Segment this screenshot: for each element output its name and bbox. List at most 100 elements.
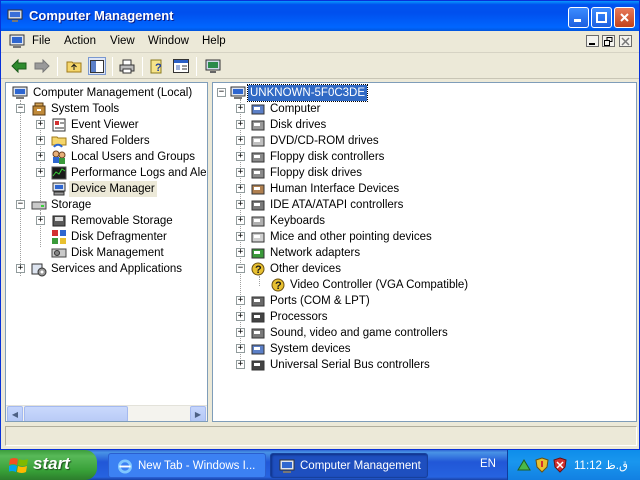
tree-node-removable-storage[interactable]: + Removable Storage (6, 213, 206, 229)
language-indicator[interactable]: EN (480, 458, 496, 470)
collapse-toggle[interactable]: − (217, 88, 226, 97)
menu-file[interactable]: File (32, 35, 51, 47)
help-button[interactable]: ? (149, 57, 167, 75)
tree-node-root[interactable]: Computer Management (Local) (10, 85, 207, 101)
disk-management-icon (51, 248, 67, 258)
expand-toggle[interactable]: + (36, 136, 45, 145)
expand-toggle[interactable]: + (236, 152, 245, 161)
scroll-thumb[interactable] (24, 406, 128, 421)
close-button[interactable] (614, 7, 635, 28)
horizontal-scrollbar[interactable]: ◀ ▶ (6, 405, 207, 421)
tree-node-label: Performance Logs and Alerts (71, 167, 208, 179)
child-close-button[interactable] (619, 35, 632, 47)
security-alert-icon[interactable] (553, 457, 567, 473)
expand-toggle[interactable]: + (36, 152, 45, 161)
device-category[interactable]: + IDE ATA/ATAPI controllers (213, 197, 613, 213)
expand-toggle[interactable]: + (236, 216, 245, 225)
expand-toggle[interactable]: + (16, 264, 25, 273)
tree-node-device-manager[interactable]: Device Manager (6, 181, 206, 197)
expand-toggle[interactable]: + (236, 120, 245, 129)
computer-icon (230, 86, 246, 99)
forward-button[interactable] (33, 57, 51, 75)
device-category[interactable]: + Human Interface Devices (213, 181, 613, 197)
maximize-button[interactable] (591, 7, 612, 28)
tree-node-system-tools[interactable]: − System Tools (6, 101, 206, 117)
menu-window[interactable]: Window (148, 35, 189, 47)
device-category[interactable]: + Keyboards (213, 213, 613, 229)
scroll-right-button[interactable]: ▶ (190, 406, 206, 421)
windows-logo-icon (9, 458, 28, 473)
network-icon[interactable] (517, 458, 531, 472)
device-category[interactable]: −? Other devices (213, 261, 613, 277)
show-hide-tree-button[interactable] (88, 57, 106, 75)
device-label: DVD/CD-ROM drives (270, 135, 379, 147)
tree-node-disk-management[interactable]: Disk Management (6, 245, 206, 261)
collapse-toggle[interactable]: − (236, 264, 245, 273)
tree-node-shared-folders[interactable]: + Shared Folders (6, 133, 206, 149)
svg-text:?: ? (275, 280, 282, 292)
scroll-left-button[interactable]: ◀ (7, 406, 23, 421)
expand-toggle[interactable]: + (236, 328, 245, 337)
menu-action[interactable]: Action (64, 35, 96, 47)
device-category[interactable]: + Ports (COM & LPT) (213, 293, 613, 309)
tree-node-disk-defragmenter[interactable]: Disk Defragmenter (6, 229, 206, 245)
device-tree-pane[interactable]: − UNKNOWN-5F0C3DE + Computer + Disk drives +… (212, 82, 637, 422)
clock[interactable]: 11:12 ق.ظ (574, 458, 628, 472)
minimize-button[interactable] (568, 7, 589, 28)
child-minimize-button[interactable] (586, 35, 599, 47)
device-category[interactable]: + Computer (213, 101, 613, 117)
expand-toggle[interactable]: + (236, 168, 245, 177)
expand-toggle[interactable]: + (236, 248, 245, 257)
device-category[interactable]: + Disk drives (213, 117, 613, 133)
device-category[interactable]: + Processors (213, 309, 613, 325)
mmc-console-icon[interactable] (9, 34, 25, 49)
expand-toggle[interactable]: + (236, 232, 245, 241)
tree-node-services-applications[interactable]: + Services and Applications (6, 261, 206, 277)
device-category[interactable]: + DVD/CD-ROM drives (213, 133, 613, 149)
child-restore-button[interactable] (602, 35, 615, 47)
expand-toggle[interactable]: + (236, 104, 245, 113)
collapse-toggle[interactable]: − (16, 104, 25, 113)
expand-toggle[interactable]: + (236, 296, 245, 305)
start-button[interactable]: start (0, 450, 97, 480)
title-bar[interactable]: Computer Management (1, 1, 639, 31)
expand-toggle[interactable]: + (236, 360, 245, 369)
back-button[interactable] (10, 57, 28, 75)
device-category[interactable]: + System devices (213, 341, 613, 357)
taskbar-button-browser[interactable]: New Tab - Windows I... (108, 453, 266, 478)
expand-toggle[interactable]: + (236, 312, 245, 321)
expand-toggle[interactable]: + (236, 344, 245, 353)
minimize-icon (574, 19, 581, 22)
menu-view[interactable]: View (110, 35, 135, 47)
security-shield-icon[interactable] (535, 457, 549, 473)
collapse-toggle[interactable]: − (16, 200, 25, 209)
console-tree-pane[interactable]: Computer Management (Local) − System Too… (5, 82, 208, 422)
scan-hardware-button[interactable] (204, 57, 222, 75)
expand-toggle[interactable]: + (36, 216, 45, 225)
device-category[interactable]: + Sound, video and game controllers (213, 325, 613, 341)
print-button[interactable] (118, 57, 136, 75)
expand-toggle[interactable]: + (236, 184, 245, 193)
device-item[interactable]: ? Video Controller (VGA Compatible) (213, 277, 613, 293)
taskbar-button-computer-management[interactable]: Computer Management (270, 453, 428, 478)
services-icon (31, 263, 47, 277)
tree-node-label: Removable Storage (71, 215, 173, 227)
tree-node-event-viewer[interactable]: + Event Viewer (6, 117, 206, 133)
device-category[interactable]: + Floppy disk drives (213, 165, 613, 181)
tree-node-performance-logs[interactable]: + Performance Logs and Alerts (6, 165, 208, 181)
tree-node-local-users-groups[interactable]: + Local Users and Groups (6, 149, 206, 165)
properties-button[interactable] (172, 57, 190, 75)
expand-toggle[interactable]: + (36, 168, 45, 177)
up-one-level-button[interactable] (65, 57, 83, 75)
expand-toggle[interactable]: + (36, 120, 45, 129)
device-category[interactable]: + Floppy disk controllers (213, 149, 613, 165)
device-tree-root[interactable]: − UNKNOWN-5F0C3DE (213, 84, 513, 102)
device-category[interactable]: + Mice and other pointing devices (213, 229, 613, 245)
expand-toggle[interactable]: + (236, 200, 245, 209)
tree-node-label: Event Viewer (71, 119, 139, 131)
device-category[interactable]: + Network adapters (213, 245, 613, 261)
expand-toggle[interactable]: + (236, 136, 245, 145)
device-category[interactable]: + Universal Serial Bus controllers (213, 357, 613, 373)
tree-node-storage[interactable]: − Storage (6, 197, 206, 213)
menu-help[interactable]: Help (202, 35, 226, 47)
